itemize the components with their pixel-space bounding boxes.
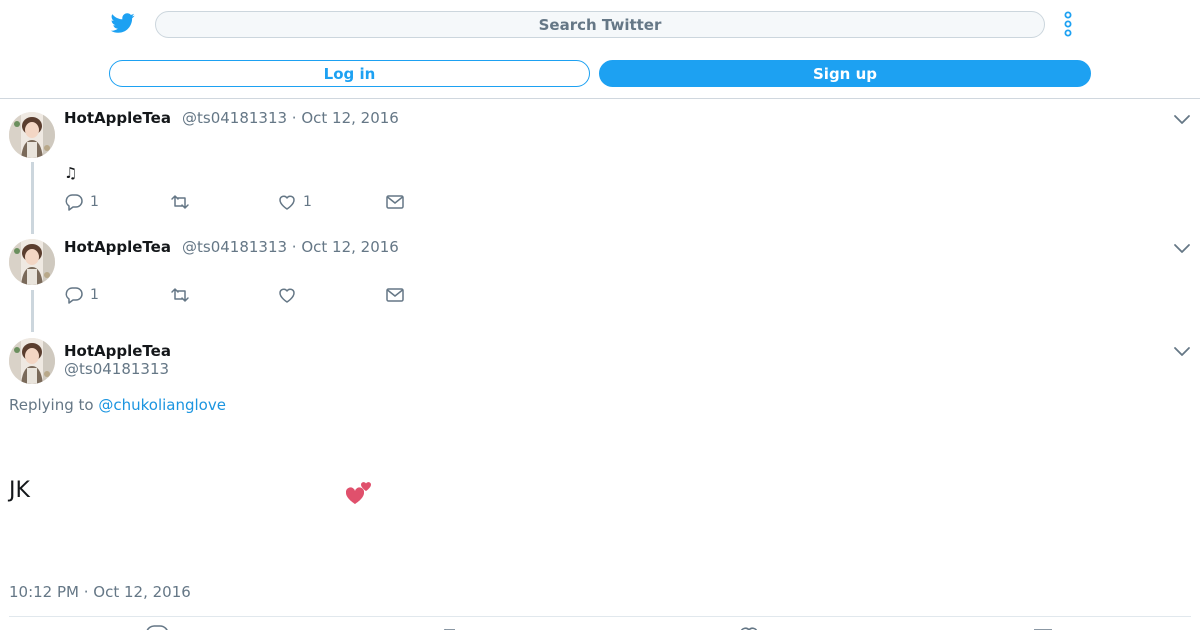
tweet-timestamp[interactable]: 10:12 PM · Oct 12, 2016 <box>9 583 191 601</box>
author-handle-date[interactable]: @ts04181313 · Oct 12, 2016 <box>182 238 399 256</box>
like-count: 1 <box>303 194 312 210</box>
thread-tweet[interactable]: HotAppleTea @ts04181313 · Oct 12, 2016 1 <box>0 230 1200 332</box>
two-hearts-icon <box>345 482 371 504</box>
envelope-icon <box>386 288 404 302</box>
tweet-text: ♫ <box>64 164 78 182</box>
retweet-button[interactable] <box>170 285 190 305</box>
thread-line <box>31 162 34 234</box>
reply-button[interactable]: 1 <box>64 192 99 212</box>
signup-button[interactable]: Sign up <box>599 60 1091 87</box>
chevron-down-icon[interactable] <box>1172 341 1192 361</box>
avatar[interactable] <box>9 338 55 384</box>
divider <box>9 616 1191 617</box>
replying-prefix: Replying to <box>9 396 94 414</box>
tweet-text: JK <box>9 478 30 503</box>
like-button[interactable] <box>277 285 297 305</box>
chevron-down-icon[interactable] <box>1172 238 1192 258</box>
search-input[interactable]: Search Twitter <box>155 11 1045 38</box>
direct-message-button[interactable] <box>385 192 405 212</box>
avatar[interactable] <box>9 112 55 158</box>
retweet-icon <box>171 195 189 209</box>
retweet-icon[interactable] <box>438 622 464 630</box>
thread-tweet[interactable]: HotAppleTea @ts04181313 · Oct 12, 2016 ♫… <box>0 100 1200 234</box>
direct-message-button[interactable] <box>385 285 405 305</box>
replying-to: Replying to @chukolianglove <box>9 396 226 414</box>
author-handle[interactable]: @ts04181313 <box>64 360 169 378</box>
author-name[interactable]: HotAppleTea <box>64 109 171 127</box>
reply-count: 1 <box>90 194 99 210</box>
like-button[interactable]: 1 <box>277 192 312 212</box>
login-button[interactable]: Log in <box>109 60 590 87</box>
chevron-down-icon[interactable] <box>1172 109 1192 129</box>
reply-icon <box>65 287 83 304</box>
author-name[interactable]: HotAppleTea <box>64 238 171 256</box>
replying-to-link[interactable]: @chukolianglove <box>98 396 226 414</box>
author-name[interactable]: HotAppleTea <box>64 342 171 360</box>
heart-icon <box>279 195 295 210</box>
envelope-icon <box>386 195 404 209</box>
author-handle-date[interactable]: @ts04181313 · Oct 12, 2016 <box>182 109 399 127</box>
thread-line <box>31 290 34 332</box>
reply-icon[interactable] <box>144 622 170 630</box>
top-bar: Search Twitter Log in Sign up <box>0 0 1200 99</box>
retweet-icon <box>171 288 189 302</box>
reply-icon <box>65 194 83 211</box>
more-options-icon[interactable] <box>1058 11 1078 37</box>
avatar[interactable] <box>9 239 55 285</box>
reply-count: 1 <box>90 287 99 303</box>
twitter-logo-icon[interactable] <box>110 11 136 35</box>
share-icon[interactable] <box>1030 622 1056 630</box>
heart-icon[interactable] <box>736 622 762 630</box>
retweet-button[interactable] <box>170 192 196 212</box>
search-placeholder: Search Twitter <box>538 15 662 34</box>
reply-button[interactable]: 1 <box>64 285 99 305</box>
heart-icon <box>279 288 295 303</box>
